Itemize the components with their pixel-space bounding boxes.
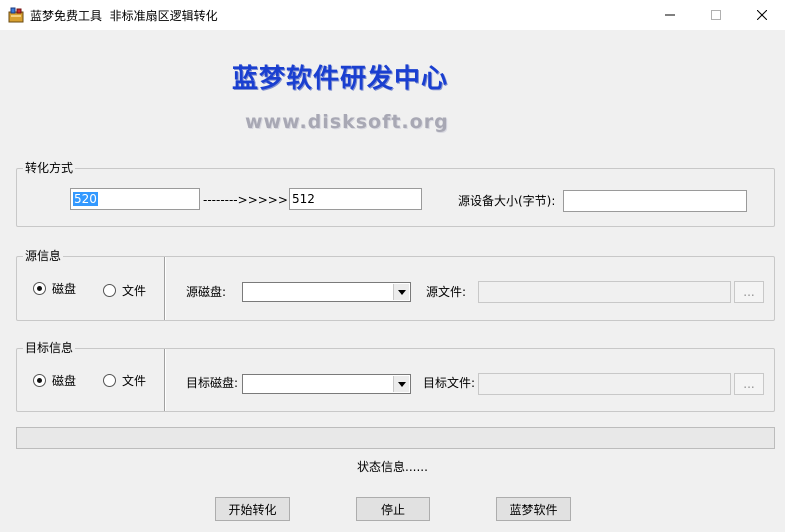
source-radio-disk-label: 磁盘	[52, 282, 77, 296]
device-size-label: 源设备大小(字节):	[458, 194, 556, 208]
target-divider	[164, 349, 166, 411]
target-sector-size-input[interactable]: 512	[289, 188, 422, 210]
chevron-down-icon[interactable]	[393, 284, 409, 300]
source-browse-button[interactable]: ...	[734, 281, 764, 303]
chevron-down-icon[interactable]	[393, 376, 409, 392]
radio-checked-icon	[33, 374, 46, 387]
source-divider	[164, 257, 166, 320]
banner-url: www.disksoft.org	[245, 111, 449, 133]
close-button[interactable]	[739, 0, 785, 30]
status-text: 状态信息......	[357, 460, 428, 474]
source-file-label: 源文件:	[426, 285, 467, 299]
source-sector-size-input[interactable]: 520	[70, 188, 200, 210]
target-radio-file[interactable]: 文件	[103, 372, 146, 389]
start-convert-button[interactable]: 开始转化	[215, 497, 290, 521]
source-disk-select[interactable]	[242, 282, 411, 302]
conversion-group-label: 转化方式	[23, 160, 76, 176]
conversion-arrow: -------->>>>>>	[203, 193, 298, 207]
progress-bar	[16, 427, 775, 449]
radio-unchecked-icon	[103, 284, 116, 297]
source-sector-size-value: 520	[73, 192, 98, 206]
target-radio-file-label: 文件	[122, 374, 147, 388]
radio-unchecked-icon	[103, 374, 116, 387]
lanmeng-software-button[interactable]: 蓝梦软件	[496, 497, 571, 521]
app-icon	[8, 7, 24, 23]
target-file-input[interactable]	[478, 373, 731, 395]
target-radio-disk-label: 磁盘	[52, 374, 77, 388]
target-disk-select[interactable]	[242, 374, 411, 394]
source-file-input[interactable]	[478, 281, 731, 303]
source-group-label: 源信息	[23, 248, 64, 264]
minimize-button[interactable]	[647, 0, 693, 30]
target-radio-disk[interactable]: 磁盘	[33, 372, 76, 389]
target-file-label: 目标文件:	[423, 376, 476, 390]
target-browse-button[interactable]: ...	[734, 373, 764, 395]
banner-title: 蓝梦软件研发中心	[232, 64, 449, 94]
target-disk-label: 目标磁盘:	[186, 376, 239, 390]
source-radio-file[interactable]: 文件	[103, 282, 146, 299]
title-bar: 蓝梦免费工具 非标准扇区逻辑转化	[0, 0, 785, 30]
stop-button[interactable]: 停止	[356, 497, 430, 521]
source-radio-file-label: 文件	[122, 284, 147, 298]
source-disk-label: 源磁盘:	[186, 285, 227, 299]
target-group-label: 目标信息	[23, 340, 76, 356]
device-size-input[interactable]	[563, 190, 747, 212]
window-title: 蓝梦免费工具 非标准扇区逻辑转化	[30, 9, 218, 23]
maximize-button[interactable]	[693, 0, 739, 30]
source-radio-disk[interactable]: 磁盘	[33, 280, 76, 297]
radio-checked-icon	[33, 282, 46, 295]
